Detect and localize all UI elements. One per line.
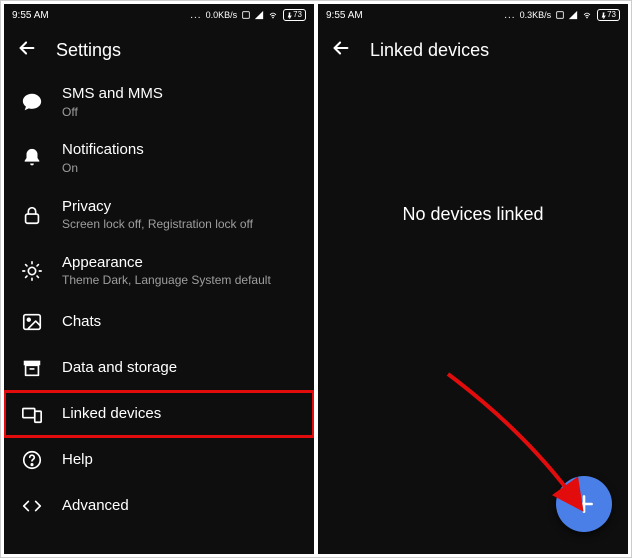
row-subtitle: Off [62, 104, 163, 121]
back-icon[interactable] [330, 37, 352, 64]
row-title: Chats [62, 312, 101, 332]
row-subtitle: Theme Dark, Language System default [62, 272, 271, 289]
code-icon [20, 494, 44, 518]
header-title: Linked devices [370, 40, 489, 61]
row-title: Data and storage [62, 358, 177, 378]
settings-screen: 9:55 AM ... 0.0KB/s 73 Settings [4, 4, 314, 554]
settings-row-archive[interactable]: Data and storage [4, 345, 314, 391]
battery-percent: 73 [293, 10, 302, 20]
battery-indicator: 73 [283, 9, 306, 21]
settings-list: SMS and MMSOffNotificationsOnPrivacyScre… [4, 74, 314, 529]
lock-icon [20, 203, 44, 227]
status-time: 9:55 AM [12, 10, 49, 21]
settings-row-bell[interactable]: NotificationsOn [4, 130, 314, 186]
row-title: Appearance [62, 253, 271, 273]
status-bar: 9:55 AM ... 0.0KB/s 73 [4, 4, 314, 26]
settings-row-brightness[interactable]: AppearanceTheme Dark, Language System de… [4, 243, 314, 299]
add-device-button[interactable] [556, 476, 612, 532]
settings-row-lock[interactable]: PrivacyScreen lock off, Registration loc… [4, 187, 314, 243]
app-header: Settings [4, 26, 314, 74]
status-icons [241, 10, 279, 20]
back-icon[interactable] [16, 37, 38, 64]
status-dots: ... [504, 10, 515, 21]
chat-icon [20, 90, 44, 114]
battery-indicator: 73 [597, 9, 620, 21]
status-net-speed: 0.0KB/s [206, 10, 238, 20]
empty-state-text: No devices linked [318, 204, 628, 225]
row-subtitle: On [62, 160, 144, 177]
brightness-icon [20, 259, 44, 283]
row-title: Notifications [62, 140, 144, 160]
settings-row-image[interactable]: Chats [4, 299, 314, 345]
settings-row-code[interactable]: Advanced [4, 483, 314, 529]
row-title: Linked devices [62, 404, 161, 424]
help-icon [20, 448, 44, 472]
settings-row-devices[interactable]: Linked devices [4, 391, 314, 437]
app-header: Linked devices [318, 26, 628, 74]
bell-icon [20, 146, 44, 170]
row-title: Help [62, 450, 93, 470]
image-icon [20, 310, 44, 334]
status-time: 9:55 AM [326, 10, 363, 21]
status-icons [555, 10, 593, 20]
status-dots: ... [190, 10, 201, 21]
row-subtitle: Screen lock off, Registration lock off [62, 216, 253, 233]
linked-devices-screen: 9:55 AM ... 0.3KB/s 73 Linked devices [318, 4, 628, 554]
status-net-speed: 0.3KB/s [520, 10, 552, 20]
devices-icon [20, 402, 44, 426]
status-bar: 9:55 AM ... 0.3KB/s 73 [318, 4, 628, 26]
settings-row-help[interactable]: Help [4, 437, 314, 483]
row-title: Advanced [62, 496, 129, 516]
archive-icon [20, 356, 44, 380]
header-title: Settings [56, 40, 121, 61]
settings-row-chat[interactable]: SMS and MMSOff [4, 74, 314, 130]
row-title: SMS and MMS [62, 84, 163, 104]
row-title: Privacy [62, 197, 253, 217]
battery-percent: 73 [607, 10, 616, 20]
